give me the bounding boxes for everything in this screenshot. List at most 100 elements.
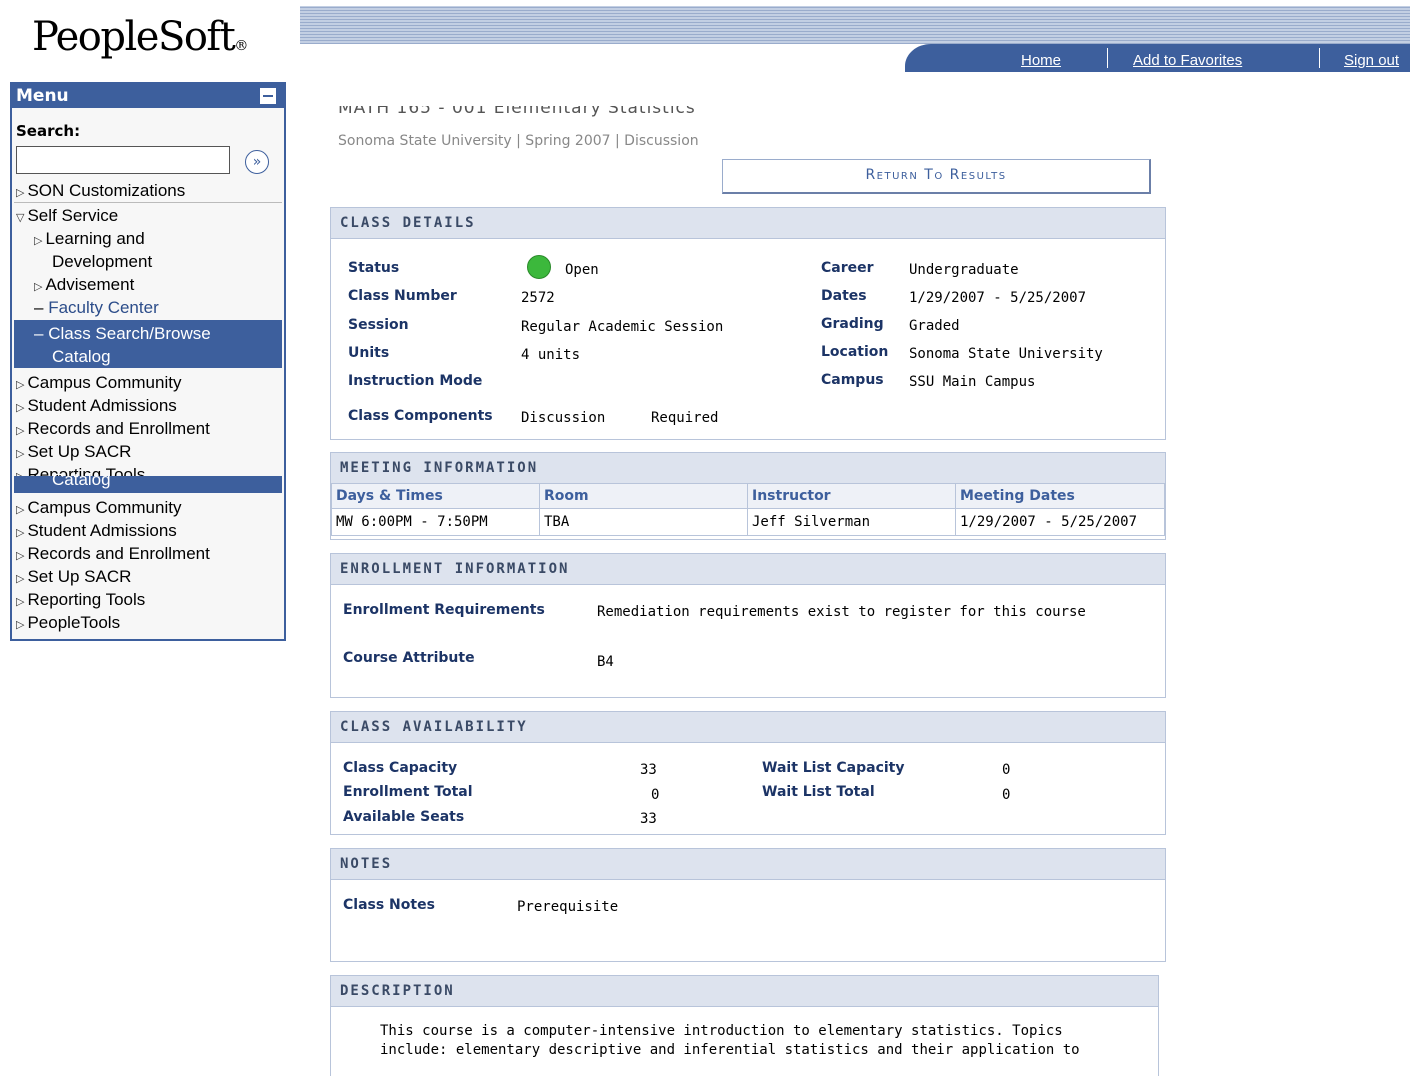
expand-arrow-icon: ▷ — [16, 573, 25, 585]
status-value: Open — [565, 262, 599, 278]
table-cell: Jeff Silverman — [747, 508, 956, 536]
table-cell: 1/29/2007 - 5/25/2007 — [955, 508, 1165, 536]
expand-arrow-icon: ▷ — [16, 550, 25, 562]
table-row: MW 6:00PM - 7:50PM TBA Jeff Silverman 1/… — [331, 508, 1165, 536]
menu-item-campus-community[interactable]: ▷ Campus Community — [16, 373, 181, 393]
collapse-icon[interactable] — [260, 88, 276, 104]
menu-item-records-and-enrollment[interactable]: ▷ Records and Enrollment — [16, 419, 210, 439]
course-attribute-label: Course Attribute — [343, 650, 475, 666]
class-number-value: 2572 — [521, 290, 555, 306]
menu-item-son-customizations[interactable]: ▷ SON Customizations — [16, 181, 185, 201]
expand-arrow-icon: ▷ — [16, 596, 25, 608]
available-seats-value: 33 — [640, 811, 657, 827]
course-attribute-value: B4 — [597, 654, 614, 670]
section-header: ENROLLMENT INFORMATION — [331, 554, 1165, 585]
wait-list-capacity-label: Wait List Capacity — [762, 760, 905, 776]
section-header: MEETING INFORMATION — [331, 453, 1165, 484]
wait-list-total-label: Wait List Total — [762, 784, 875, 800]
component-value: Discussion — [521, 410, 606, 426]
page-title: MATH 165 - 001 Elementary Statistics — [338, 98, 696, 118]
column-header: Days & Times — [331, 483, 540, 509]
menu-item-class-search[interactable]: – Class Search/Browse — [34, 324, 211, 344]
table-header-row: Days & Times Room Instructor Meeting Dat… — [331, 483, 1165, 509]
expand-arrow-icon: ▷ — [34, 281, 43, 293]
section-header: CLASS DETAILS — [331, 208, 1165, 239]
menu-item-reporting-tools[interactable]: ▷ Reporting Tools — [16, 590, 145, 610]
expand-arrow-icon: ▷ — [16, 619, 25, 631]
enrollment-information-section: ENROLLMENT INFORMATION Enrollment Requir… — [330, 553, 1166, 698]
menu-item-student-admissions[interactable]: ▷ Student Admissions — [16, 396, 177, 416]
menu-item-records-and-enrollment[interactable]: ▷ Records and Enrollment — [16, 544, 210, 564]
expand-arrow-icon: ▷ — [16, 187, 25, 199]
menu-item-learning-and-development[interactable]: ▷ Learning and — [34, 229, 145, 249]
campus-value: SSU Main Campus — [909, 374, 1036, 390]
open-status-icon — [527, 255, 551, 279]
table-cell: MW 6:00PM - 7:50PM — [331, 508, 540, 536]
class-details-section: CLASS DETAILS Status Open Class Number 2… — [330, 207, 1166, 440]
status-label: Status — [348, 260, 400, 276]
page-subtitle: Sonoma State University | Spring 2007 | … — [338, 133, 699, 149]
column-header: Instructor — [747, 483, 956, 509]
left-menu: Menu Search: » ▷ SON Customizations ▽ Self… — [10, 82, 286, 641]
meeting-information-section: MEETING INFORMATION Days & Times Room In… — [330, 452, 1166, 540]
class-number-label: Class Number — [348, 288, 457, 304]
menu-item-learning-and-development-cont[interactable]: Development — [52, 252, 152, 272]
grading-label: Grading — [821, 316, 884, 332]
faculty-center-link[interactable]: Faculty Center — [48, 298, 159, 317]
enrollment-requirements-label: Enrollment Requirements — [343, 602, 545, 618]
campus-label: Campus — [821, 372, 884, 388]
career-value: Undergraduate — [909, 262, 1019, 278]
nav-divider — [1319, 48, 1320, 68]
section-header: NOTES — [331, 849, 1165, 880]
notes-section: NOTES Class Notes Prerequisite — [330, 848, 1166, 962]
menu-item-campus-community[interactable]: ▷ Campus Community — [16, 498, 181, 518]
wait-list-total-value: 0 — [1002, 787, 1011, 803]
menu-item-student-admissions[interactable]: ▷ Student Admissions — [16, 521, 177, 541]
component-required: Required — [651, 410, 719, 426]
menu-item-peopletools[interactable]: ▷ PeopleTools — [16, 613, 120, 633]
dates-value: 1/29/2007 - 5/25/2007 — [909, 290, 1087, 306]
peoplesoft-logo: PeopleSoft® — [32, 14, 248, 60]
sign-out-link[interactable]: Sign out — [1344, 52, 1399, 69]
section-header: DESCRIPTION — [331, 976, 1158, 1007]
expand-arrow-icon: ▷ — [16, 527, 25, 539]
return-to-results-button[interactable]: Return To Results — [722, 159, 1151, 194]
column-header: Meeting Dates — [955, 483, 1165, 509]
expand-arrow-icon: ▷ — [16, 448, 25, 460]
search-go-icon[interactable]: » — [245, 150, 269, 174]
available-seats-label: Available Seats — [343, 809, 465, 825]
description-line: include: elementary descriptive and infe… — [380, 1042, 1080, 1058]
menu-item-class-search-cont[interactable]: Catalog — [52, 347, 111, 367]
career-label: Career — [821, 260, 874, 276]
add-to-favorites-link[interactable]: Add to Favorites — [1133, 52, 1242, 69]
enrollment-requirements-value: Remediation requirements exist to regist… — [597, 604, 1086, 620]
header-banner — [300, 6, 1410, 44]
location-value: Sonoma State University — [909, 346, 1103, 362]
menu-item-catalog-ghost: Catalog — [52, 470, 111, 489]
grading-value: Graded — [909, 318, 960, 334]
session-value: Regular Academic Session — [521, 319, 724, 335]
class-notes-value: Prerequisite — [517, 899, 619, 915]
units-label: Units — [348, 345, 390, 361]
session-label: Session — [348, 317, 409, 333]
expand-arrow-icon: ▷ — [16, 402, 25, 414]
meeting-table: Days & Times Room Instructor Meeting Dat… — [331, 483, 1165, 536]
menu-item-self-service[interactable]: ▽ Self Service — [16, 206, 118, 226]
search-input[interactable] — [16, 146, 230, 174]
description-line: This course is a computer-intensive intr… — [380, 1023, 1063, 1039]
expand-arrow-icon: ▷ — [16, 504, 25, 516]
menu-header: Menu — [12, 84, 284, 108]
menu-item-faculty-center[interactable]: – Faculty Center — [34, 298, 159, 318]
wait-list-capacity-value: 0 — [1002, 762, 1011, 778]
table-cell: TBA — [539, 508, 748, 536]
menu-item-advisement[interactable]: ▷ Advisement — [34, 275, 134, 295]
menu-title: Menu — [16, 86, 69, 106]
menu-item-set-up-sacr[interactable]: ▷ Set Up SACR — [16, 567, 131, 587]
class-availability-section: CLASS AVAILABILITY Class Capacity 33 Enr… — [330, 711, 1166, 835]
expand-arrow-icon: ▷ — [16, 379, 25, 391]
home-link[interactable]: Home — [1021, 52, 1061, 69]
top-nav: Home Add to Favorites Sign out — [905, 44, 1410, 72]
location-label: Location — [821, 344, 889, 360]
class-components-label: Class Components — [348, 408, 493, 424]
menu-item-set-up-sacr[interactable]: ▷ Set Up SACR — [16, 442, 131, 462]
